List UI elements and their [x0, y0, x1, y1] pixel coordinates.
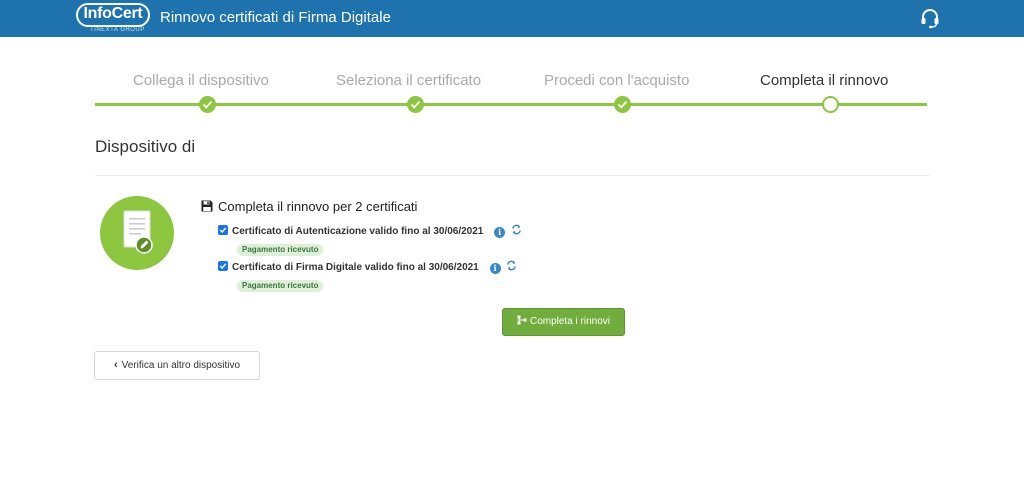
verify-other-device-label: Verifica un altro dispositivo	[121, 360, 241, 371]
complete-renewals-button[interactable]: Completa i rinnovi	[502, 308, 625, 336]
step-3-label: Procedi con l'acquisto	[544, 72, 690, 89]
step-4-label: Completa il rinnovo	[760, 72, 889, 89]
logo-text: InfoCert	[83, 5, 143, 22]
info-icon[interactable]: i	[494, 227, 506, 238]
step-2-label: Seleziona il certificato	[336, 72, 482, 89]
step-1-check-icon	[199, 96, 216, 113]
step-4-current-dot	[822, 96, 839, 113]
top-bar: InfoCert TINEXTA GROUP Rinnovo certifica…	[0, 0, 1024, 37]
refresh-icon[interactable]	[506, 260, 517, 271]
payment-status-badge: Pagamento ricevuto	[237, 280, 324, 292]
certificate-2-label: Certificato di Firma Digitale valido fin…	[232, 262, 479, 273]
step-2-check-icon	[407, 96, 424, 113]
infocert-logo[interactable]: InfoCert TINEXTA GROUP	[76, 3, 150, 34]
chevron-left-icon: ‹	[113, 359, 118, 371]
verify-other-device-button[interactable]: ‹ Verifica un altro dispositivo	[94, 351, 260, 380]
payment-status-badge: Pagamento ricevuto	[237, 244, 324, 256]
certificate-row: Certificato di Firma Digitale valido fin…	[218, 260, 517, 274]
page-title: Dispositivo di	[95, 137, 196, 156]
certificate-document-icon	[100, 196, 174, 270]
info-icon[interactable]: i	[489, 263, 501, 274]
section-divider	[95, 175, 930, 176]
save-icon	[201, 200, 213, 212]
complete-renewals-label: Completa i rinnovi	[529, 316, 611, 327]
step-3-check-icon	[614, 96, 631, 113]
certificate-1-checkbox[interactable]	[218, 225, 228, 235]
app-title: Rinnovo certificati di Firma Digitale	[160, 9, 391, 26]
renewal-heading: Completa il rinnovo per 2 certificati	[201, 199, 417, 215]
certificate-2-checkbox[interactable]	[218, 261, 228, 271]
renewal-heading-text: Completa il rinnovo per 2 certificati	[218, 199, 418, 214]
refresh-icon[interactable]	[511, 224, 522, 235]
certificate-row: Certificato di Autenticazione valido fin…	[218, 224, 522, 238]
step-1-label: Collega il dispositivo	[133, 72, 269, 89]
sitemap-icon	[517, 315, 527, 325]
headset-icon[interactable]	[918, 6, 942, 30]
certificate-1-label: Certificato di Autenticazione valido fin…	[232, 226, 484, 237]
stepper-progress-line	[95, 103, 927, 106]
logo-subtext: TINEXTA GROUP	[90, 27, 145, 33]
